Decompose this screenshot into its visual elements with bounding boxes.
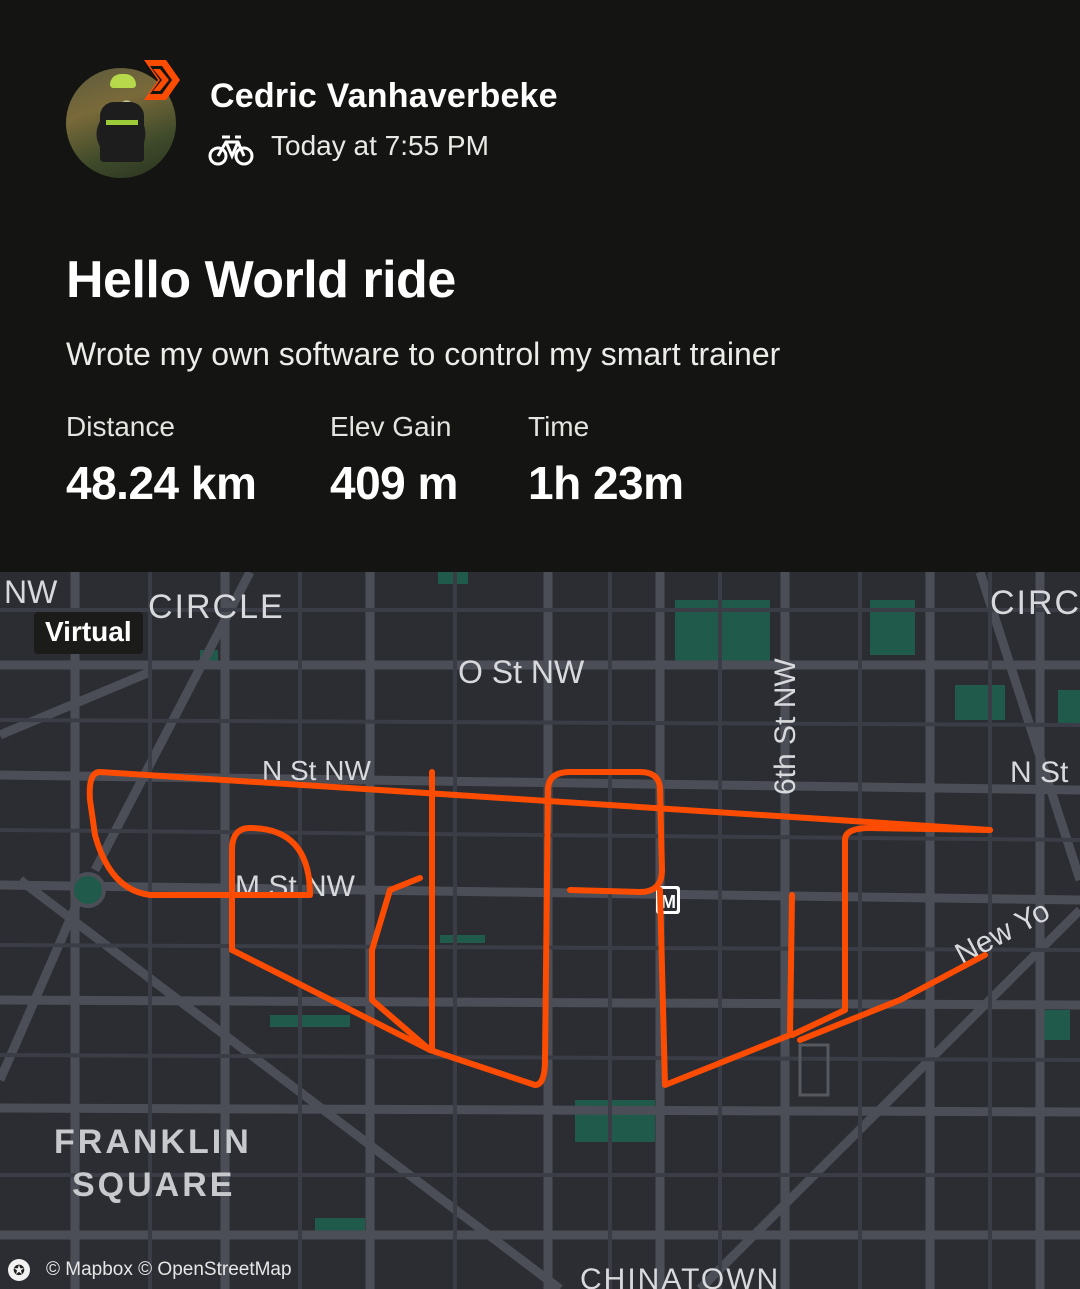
mapbox-logo-icon[interactable]: ✪: [8, 1259, 30, 1281]
map-attribution[interactable]: ✪ © Mapbox © OpenStreetMap: [8, 1259, 292, 1281]
avatar-jersey: [100, 102, 144, 162]
stat-time-value: 1h 23m: [528, 457, 684, 509]
map-label-square: SQUARE: [72, 1166, 235, 1204]
stat-time-label: Time: [528, 411, 590, 442]
map-label-circle-right: CIRC: [990, 584, 1080, 622]
route-map[interactable]: NW CIRCLE CIRC O St NW N St NW N St M St…: [0, 572, 1080, 1289]
stat-distance-value: 48.24 km: [66, 457, 257, 509]
virtual-badge: Virtual: [34, 612, 143, 654]
map-label-n-st-right: N St: [1010, 756, 1069, 789]
activity-description: Wrote my own software to control my smar…: [66, 336, 781, 372]
athlete-name[interactable]: Cedric Vanhaverbeke: [210, 77, 558, 116]
bike-icon: [208, 135, 254, 166]
attribution-text: © Mapbox © OpenStreetMap: [46, 1259, 292, 1281]
avatar-stripe: [106, 120, 138, 125]
map-label-6th-st: 6th St NW: [769, 658, 802, 795]
map-label-o-st: O St NW: [458, 654, 585, 690]
subscriber-badge-icon: [144, 60, 180, 100]
map-canvas: NW CIRCLE CIRC O St NW N St NW N St M St…: [0, 572, 1080, 1289]
stat-elev-gain-value: 409 m: [330, 457, 458, 509]
map-label-chinatown: CHINATOWN: [580, 1263, 780, 1289]
map-label-franklin: FRANKLIN: [54, 1123, 252, 1161]
avatar-helmet: [110, 74, 136, 88]
stat-distance-label: Distance: [66, 411, 175, 442]
activity-title[interactable]: Hello World ride: [66, 250, 456, 310]
stat-elev-gain-label: Elev Gain: [330, 411, 452, 442]
activity-header: Cedric Vanhaverbeke Today at 7:55 PM Hel…: [0, 0, 1080, 572]
map-label-circle: CIRCLE: [148, 588, 285, 626]
map-label-m-st: M St NW: [235, 870, 356, 903]
activity-timestamp: Today at 7:55 PM: [271, 130, 489, 161]
map-label-nw: NW: [4, 574, 58, 610]
